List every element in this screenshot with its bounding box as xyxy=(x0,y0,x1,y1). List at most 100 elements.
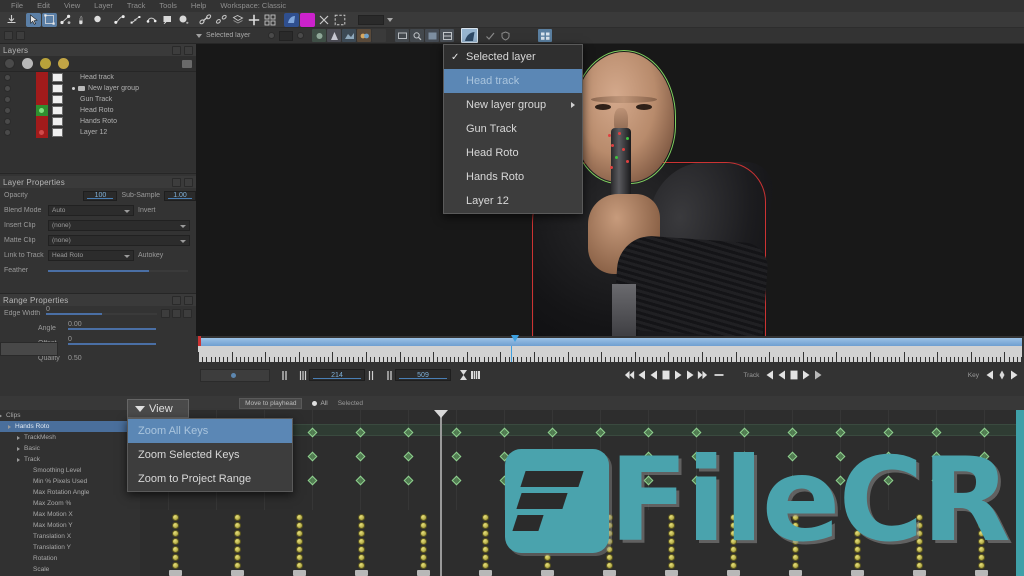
in-point-field[interactable]: 214 xyxy=(309,369,365,381)
surface-icon[interactable] xyxy=(297,32,305,39)
viewer-canvas[interactable] xyxy=(196,44,1024,347)
dope-playhead[interactable] xyxy=(440,410,442,576)
zoom-field[interactable] xyxy=(358,14,384,25)
tree-row[interactable]: Max Rotation Angle xyxy=(0,487,140,498)
blend-mode-select[interactable]: Auto xyxy=(48,205,134,216)
mask-check-icon[interactable] xyxy=(483,29,497,42)
layer-row[interactable]: Head track xyxy=(0,72,196,83)
tree-row[interactable]: Max Motion X xyxy=(0,509,140,520)
tree-row[interactable]: Hands Roto xyxy=(0,421,140,432)
rangeprops-close-button[interactable] xyxy=(184,295,193,305)
menu-item-edit[interactable]: Edit xyxy=(30,0,57,12)
layer-view-toggle[interactable] xyxy=(4,118,11,125)
matte-blue-icon[interactable] xyxy=(284,12,299,27)
grid-view-icon[interactable] xyxy=(538,29,553,42)
layerprops-float-button[interactable] xyxy=(172,177,181,187)
layer-visibility-box[interactable] xyxy=(52,84,63,93)
layer-visibility-box[interactable] xyxy=(52,73,63,82)
layer-name[interactable]: Hands Roto xyxy=(80,118,117,125)
clip-view-icon[interactable] xyxy=(342,29,357,42)
tree-expand-caret-icon[interactable] xyxy=(0,413,2,418)
out-point-bracket-icon[interactable] xyxy=(365,369,377,382)
tree-expand-caret-icon[interactable] xyxy=(8,424,11,429)
eye-yellow-icon[interactable] xyxy=(40,58,51,69)
refresh-icon[interactable] xyxy=(4,58,15,69)
track-back-icon[interactable] xyxy=(764,369,776,382)
zoom-window-icon[interactable] xyxy=(395,29,410,42)
layer-menu-item[interactable]: Head Roto xyxy=(444,141,582,165)
menu-item-tools[interactable]: Tools xyxy=(152,0,184,12)
timeline-range-bar[interactable] xyxy=(198,335,1022,348)
transform-tool-icon[interactable] xyxy=(42,12,57,27)
tree-expand-caret-icon[interactable] xyxy=(17,446,20,451)
hourglass-icon[interactable] xyxy=(457,369,469,382)
layer-row[interactable]: New layer group xyxy=(0,83,196,94)
insert-clip-select[interactable]: (none) xyxy=(48,220,190,231)
edge-width-slider[interactable]: 0 xyxy=(46,306,157,315)
layer-color-swatch[interactable] xyxy=(36,94,48,105)
layer-menu-item[interactable]: Gun Track xyxy=(444,117,582,141)
invert-label[interactable]: Invert xyxy=(138,207,156,214)
panel-close-button[interactable] xyxy=(16,31,25,40)
dope-scrollbar[interactable] xyxy=(1016,410,1024,576)
layer-name[interactable]: Head track xyxy=(80,74,114,81)
tree-row[interactable]: Max Zoom % xyxy=(0,498,140,509)
layers-menu-icon[interactable] xyxy=(182,59,192,68)
selected-layer-label[interactable]: Selected layer xyxy=(206,32,250,39)
unlink-icon[interactable] xyxy=(214,13,229,27)
layer-color-swatch[interactable] xyxy=(36,72,48,83)
menu-item-file[interactable]: File xyxy=(4,0,30,12)
shield-icon[interactable] xyxy=(498,29,512,42)
stop-icon[interactable] xyxy=(660,369,672,382)
layer-menu-item[interactable]: New layer group xyxy=(444,93,582,117)
layers-close-button[interactable] xyxy=(184,45,193,55)
xspline-tool-icon[interactable] xyxy=(112,13,127,27)
mask-view-icon[interactable] xyxy=(372,29,387,42)
chevron-down-icon[interactable] xyxy=(387,17,393,22)
loop-icon[interactable] xyxy=(713,369,725,382)
rangeprops-float-button[interactable] xyxy=(172,295,181,305)
step-back-icon[interactable] xyxy=(648,369,660,382)
in-point-bracket-icon[interactable] xyxy=(297,369,309,382)
tree-row[interactable]: Rotation xyxy=(0,553,140,564)
feather-slider[interactable] xyxy=(48,269,188,272)
layer-menu-item[interactable]: Layer 12 xyxy=(444,189,582,213)
menu-item-track[interactable]: Track xyxy=(120,0,152,12)
nudge-icon[interactable] xyxy=(316,13,331,27)
range-btn-1[interactable] xyxy=(161,309,170,318)
prev-key-icon[interactable] xyxy=(984,369,996,382)
move-to-playhead-button[interactable]: Move to playhead xyxy=(239,397,303,409)
layer-view-toggle[interactable] xyxy=(4,85,11,92)
angle-slider[interactable]: 0.00 xyxy=(68,321,156,330)
add-key-icon[interactable] xyxy=(996,369,1008,382)
step-forward-icon[interactable] xyxy=(672,369,684,382)
layer-view-toggle[interactable] xyxy=(4,96,11,103)
go-to-start-icon[interactable] xyxy=(624,369,636,382)
filter-all-radio[interactable] xyxy=(312,400,318,406)
layer-menu-item[interactable]: Head track xyxy=(444,69,582,93)
layer-dropdown-chevron-icon[interactable] xyxy=(196,33,202,38)
track-backward-icon[interactable] xyxy=(636,369,648,382)
playhead-marker[interactable] xyxy=(511,335,519,342)
layer-visibility-box[interactable] xyxy=(52,128,63,137)
offset-slider[interactable]: 0 xyxy=(68,336,156,345)
dope-playhead-handle[interactable] xyxy=(434,410,448,418)
layer-view-toggle[interactable] xyxy=(4,107,11,114)
panel-float-button[interactable] xyxy=(4,31,13,40)
align-surface-icon[interactable] xyxy=(230,13,245,27)
group-expand-dot-icon[interactable] xyxy=(72,87,75,90)
grid-icon[interactable] xyxy=(262,13,277,27)
layer-name[interactable]: New layer group xyxy=(88,85,139,92)
out-point-field[interactable]: 509 xyxy=(395,369,451,381)
add-point-icon[interactable] xyxy=(58,13,73,27)
magnify-icon[interactable] xyxy=(410,29,425,42)
tree-row[interactable]: Translation X xyxy=(0,531,140,542)
pan-hand-icon[interactable] xyxy=(74,13,89,27)
layer-row[interactable]: Head Roto xyxy=(0,105,196,116)
layer-visibility-box[interactable] xyxy=(52,95,63,104)
layer-row[interactable]: Gun Track xyxy=(0,94,196,105)
reset-button[interactable] xyxy=(0,342,58,356)
link-icon[interactable] xyxy=(198,13,213,27)
tree-row[interactable]: Clips xyxy=(0,410,140,421)
track-forward-icon[interactable] xyxy=(812,369,824,382)
